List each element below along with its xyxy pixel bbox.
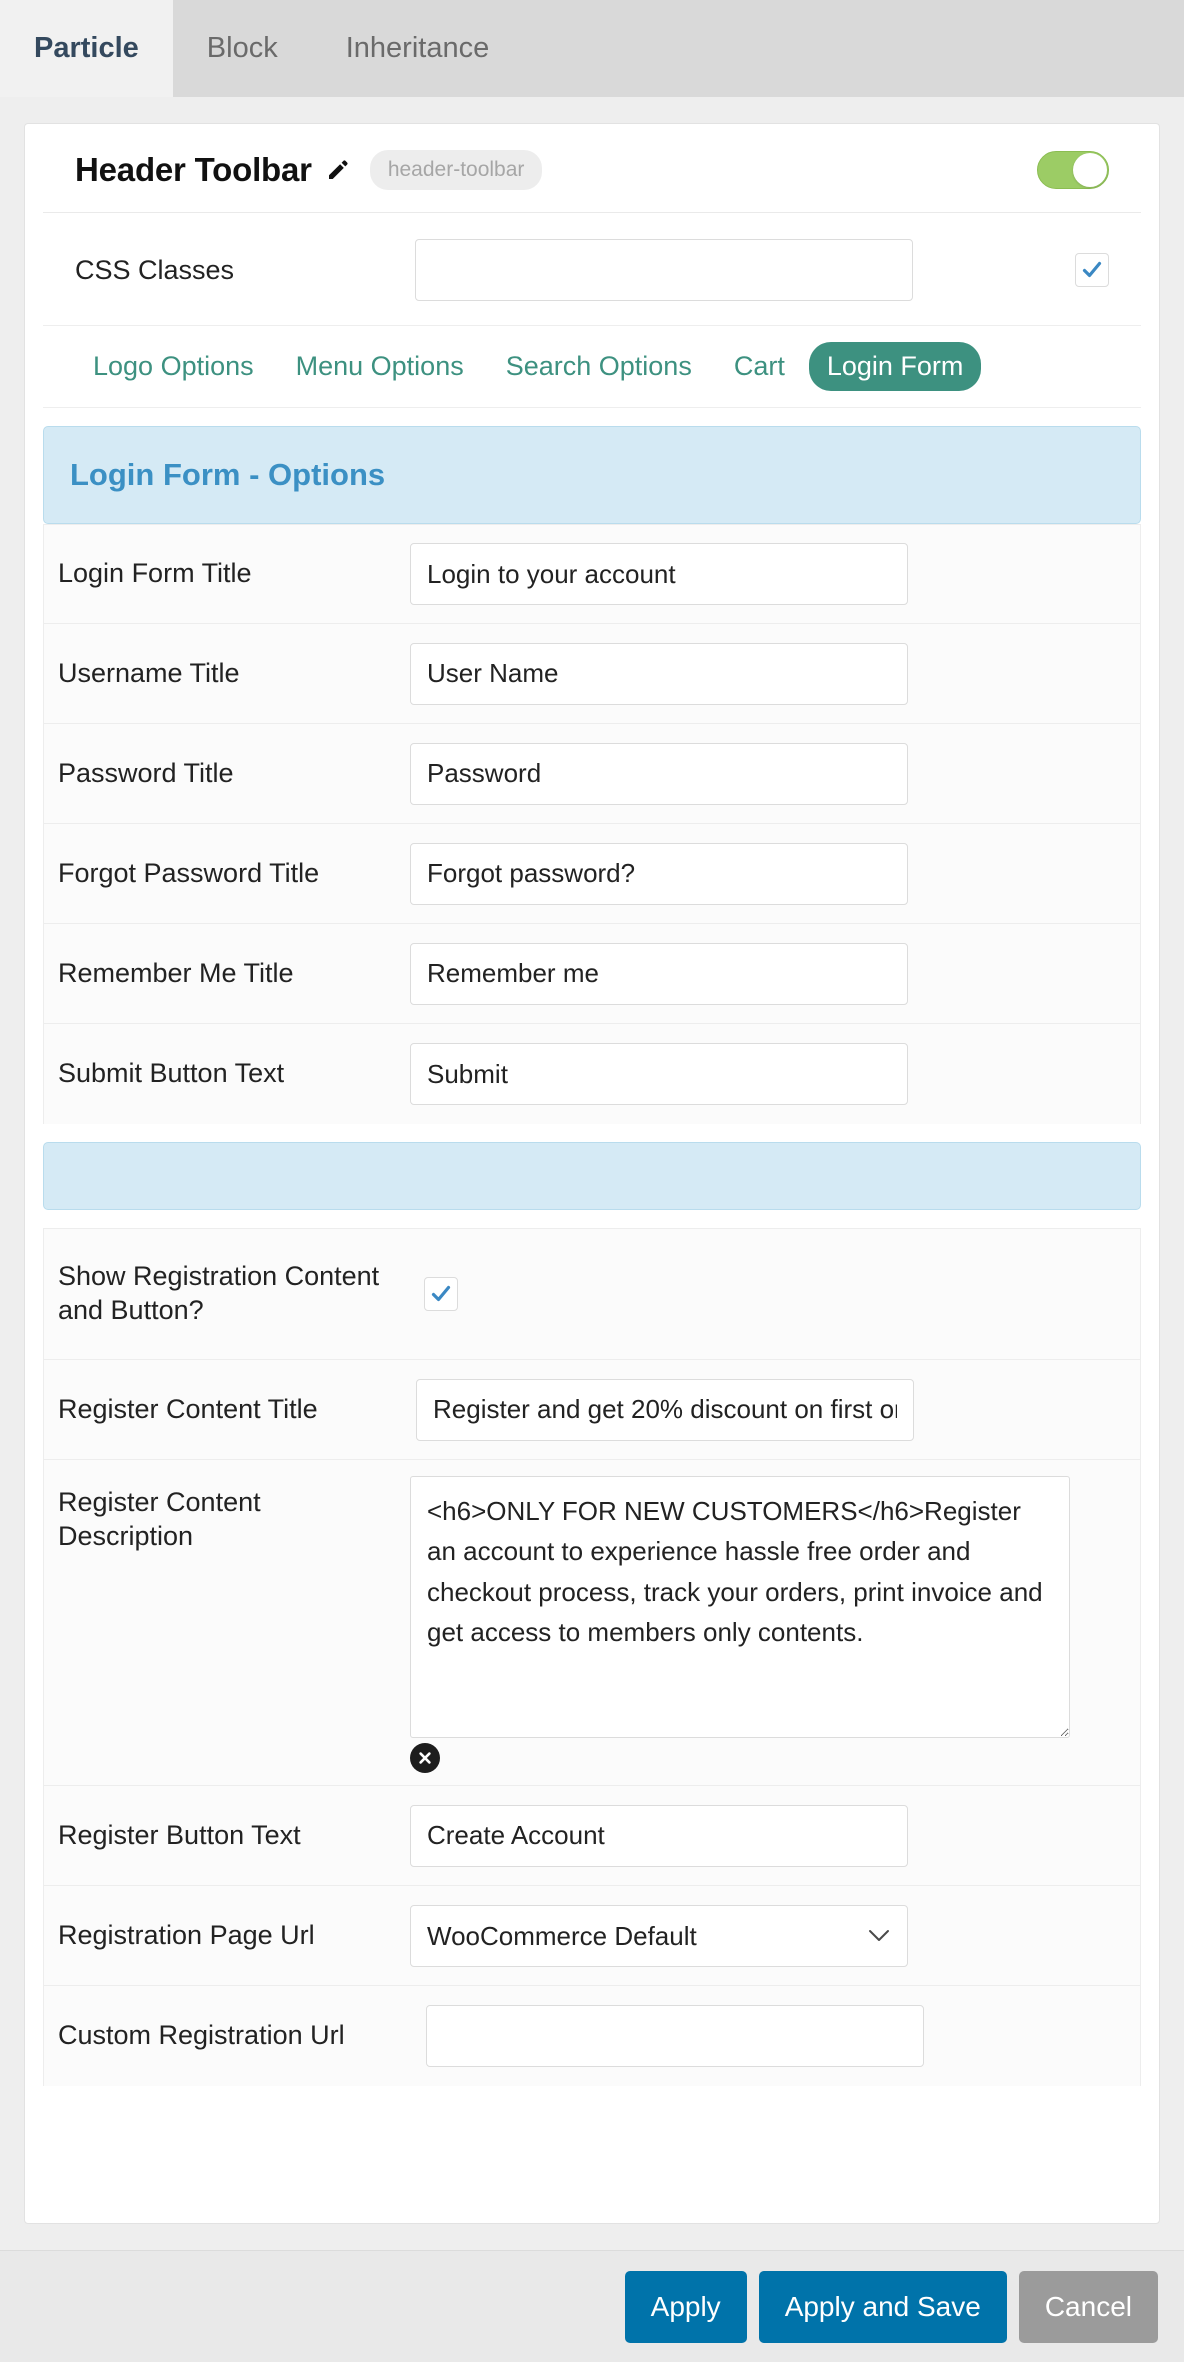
field-control: WooCommerce Default	[410, 1904, 1140, 1967]
enable-particle-toggle[interactable]	[1037, 151, 1109, 189]
login-form-title-input[interactable]	[410, 543, 908, 605]
field-row-username-title: Username Title	[43, 624, 1141, 724]
apply-and-save-button[interactable]: Apply and Save	[758, 2270, 1007, 2343]
particle-id-chip: header-toolbar	[369, 150, 543, 190]
pencil-icon[interactable]	[326, 158, 350, 182]
panel-wrapper: Header Toolbar header-toolbar CSS Classe…	[0, 97, 1184, 2224]
field-control	[416, 1378, 1140, 1441]
register-content-description-textarea[interactable]: <h6>ONLY FOR NEW CUSTOMERS</h6>Register …	[410, 1476, 1070, 1738]
particle-subnav: Logo Options Menu Options Search Options…	[43, 326, 1141, 408]
registration-page-url-select[interactable]: WooCommerce Default	[410, 1904, 908, 1967]
css-classes-checkbox[interactable]	[1075, 253, 1109, 287]
field-control	[410, 543, 1140, 605]
login-form-options-header: Login Form - Options	[43, 426, 1141, 524]
field-label: Show Registration Content and Button?	[58, 1261, 380, 1325]
panel-header: Header Toolbar header-toolbar	[43, 124, 1141, 213]
particle-settings-panel: Header Toolbar header-toolbar CSS Classe…	[24, 123, 1160, 2224]
page-title: Header Toolbar	[75, 151, 312, 188]
field-control: <h6>ONLY FOR NEW CUSTOMERS</h6>Register …	[410, 1476, 1140, 1743]
subnav-item-menu-options[interactable]: Menu Options	[278, 342, 482, 391]
login-form-fields: Login Form Title Username Title Password…	[43, 524, 1141, 1124]
field-label: Custom Registration Url	[58, 2020, 345, 2051]
subnav-item-login-form[interactable]: Login Form	[808, 342, 982, 391]
field-label: Registration Page Url	[58, 1919, 315, 1950]
subnav-item-search-options[interactable]: Search Options	[488, 342, 710, 391]
field-row-forgot-password-title: Forgot Password Title	[43, 824, 1141, 924]
footer-action-bar: Apply Apply and Save Cancel	[0, 2250, 1184, 2362]
registration-fields: Show Registration Content and Button? Re…	[43, 1228, 1141, 2086]
field-control	[410, 642, 1140, 705]
field-row-register-content-description: Register Content Description <h6>ONLY FO…	[43, 1460, 1141, 1743]
section-title: Login Form - Options	[70, 457, 386, 492]
subnav-item-cart[interactable]: Cart	[716, 342, 803, 391]
tab-particle[interactable]: Particle	[0, 0, 173, 97]
forgot-password-title-input[interactable]	[410, 842, 908, 905]
field-row-remember-me-title: Remember Me Title	[43, 924, 1141, 1024]
field-control	[410, 1277, 1140, 1311]
tab-inheritance[interactable]: Inheritance	[312, 0, 524, 97]
field-label: Password Title	[58, 757, 234, 788]
css-classes-label: CSS Classes	[75, 254, 235, 285]
field-row-registration-page-url: Registration Page Url WooCommerce Defaul…	[43, 1886, 1141, 1986]
field-row-register-button-text: Register Button Text	[43, 1786, 1141, 1886]
field-control	[410, 942, 1140, 1005]
close-circle-icon[interactable]	[410, 1743, 440, 1773]
apply-button[interactable]: Apply	[624, 2270, 747, 2343]
field-control	[410, 1043, 1140, 1105]
field-control	[410, 842, 1140, 905]
field-label: Username Title	[58, 657, 240, 688]
field-label: Login Form Title	[58, 558, 252, 589]
register-content-title-input[interactable]	[416, 1378, 914, 1441]
toggle-knob	[1073, 153, 1107, 187]
register-button-text-input[interactable]	[410, 1804, 908, 1867]
css-classes-row: CSS Classes	[43, 213, 1141, 326]
field-control	[410, 1804, 1140, 1867]
clear-description-row	[43, 1743, 1141, 1786]
top-tabstrip: Particle Block Inheritance	[0, 0, 1184, 97]
remember-me-title-input[interactable]	[410, 942, 908, 1005]
field-control	[410, 742, 1140, 805]
registration-section-header	[43, 1142, 1141, 1210]
field-label: Remember Me Title	[58, 957, 294, 988]
css-classes-input[interactable]	[415, 239, 913, 301]
field-row-login-form-title: Login Form Title	[43, 524, 1141, 624]
field-label: Register Content Title	[58, 1393, 318, 1424]
show-registration-checkbox[interactable]	[424, 1277, 458, 1311]
field-control	[426, 2005, 1140, 2067]
username-title-input[interactable]	[410, 642, 908, 705]
field-row-password-title: Password Title	[43, 724, 1141, 824]
field-label: Register Content Description	[58, 1487, 261, 1551]
cancel-button[interactable]: Cancel	[1018, 2270, 1158, 2343]
submit-button-text-input[interactable]	[410, 1043, 908, 1105]
tab-block[interactable]: Block	[173, 0, 312, 97]
field-row-register-content-title: Register Content Title	[43, 1360, 1141, 1460]
field-row-show-registration: Show Registration Content and Button?	[43, 1228, 1141, 1360]
field-label: Forgot Password Title	[58, 857, 320, 888]
password-title-input[interactable]	[410, 742, 908, 805]
field-label: Register Button Text	[58, 1819, 301, 1850]
field-row-submit-button-text: Submit Button Text	[43, 1024, 1141, 1124]
subnav-item-logo-options[interactable]: Logo Options	[75, 342, 272, 391]
field-label: Submit Button Text	[58, 1058, 285, 1089]
registration-page-url-wrap: WooCommerce Default	[410, 1904, 908, 1967]
custom-registration-url-input[interactable]	[426, 2005, 924, 2067]
field-row-custom-registration-url: Custom Registration Url	[43, 1986, 1141, 2086]
